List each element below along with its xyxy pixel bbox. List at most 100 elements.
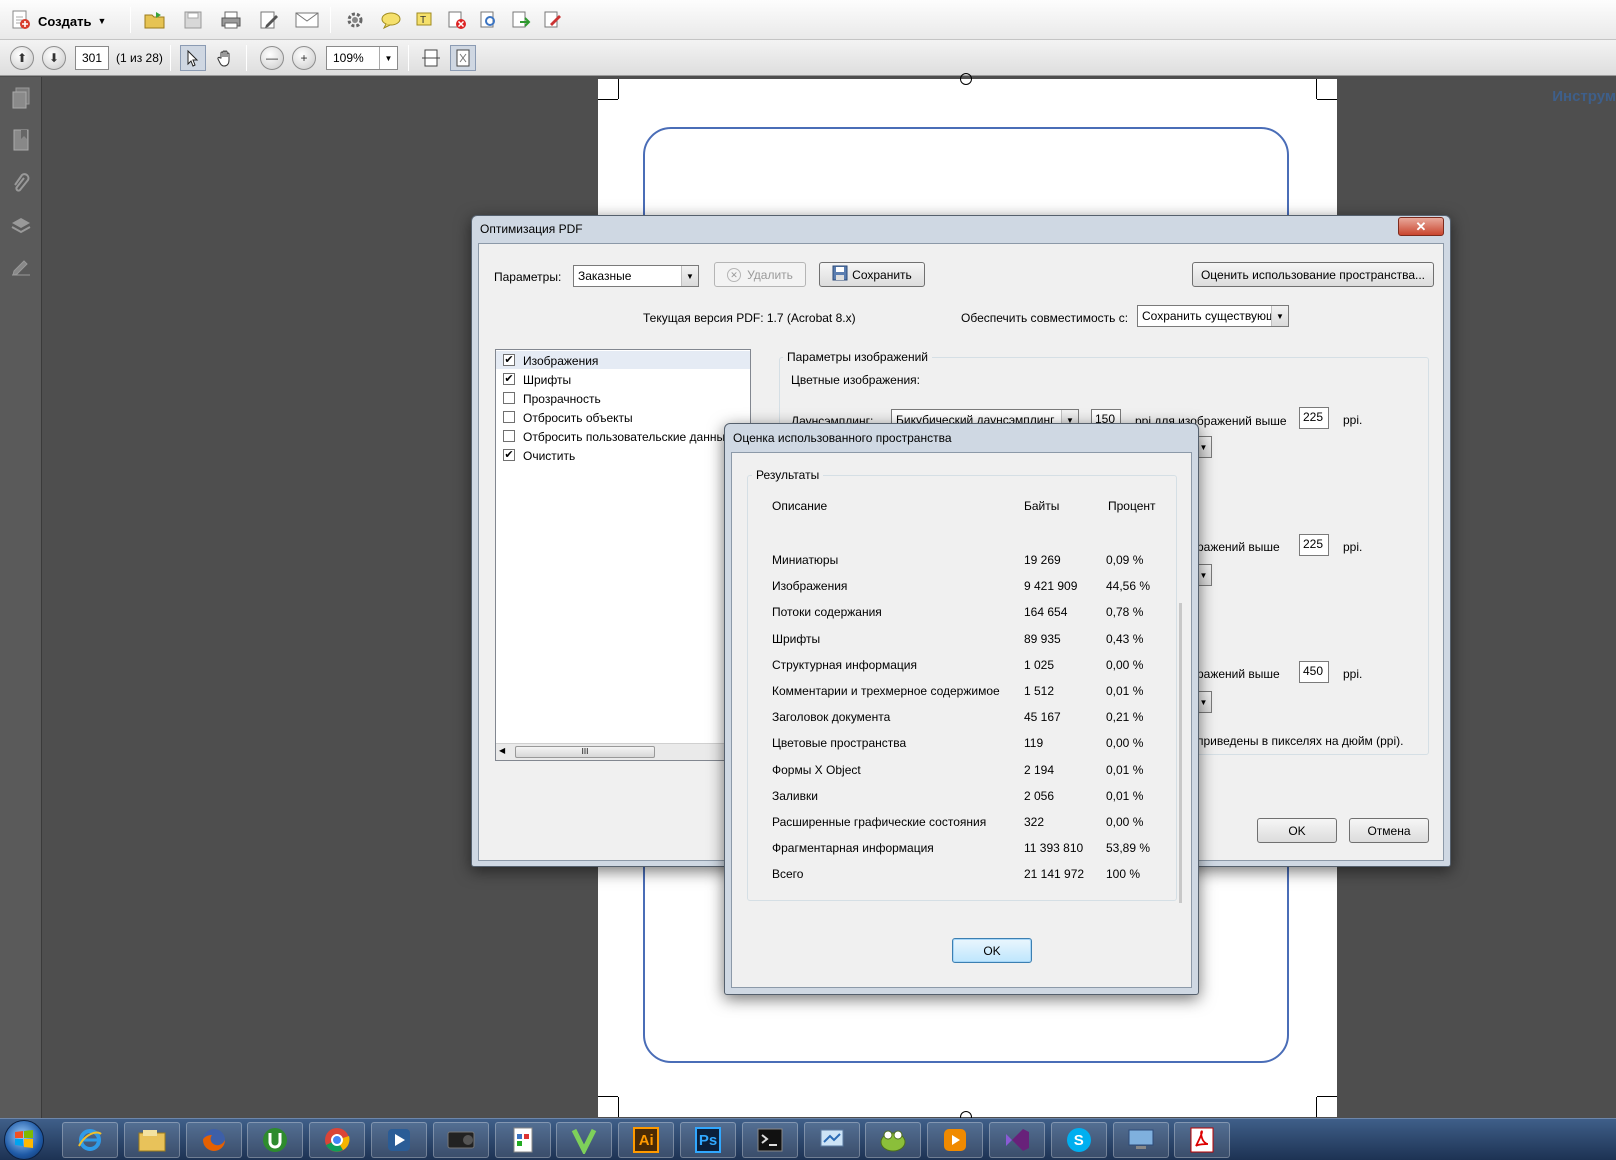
list-item[interactable]: Прозрачность [496, 390, 750, 408]
taskbar-internet-explorer[interactable] [62, 1122, 118, 1158]
gear-icon[interactable] [342, 7, 368, 33]
cell-description: Заливки [772, 788, 818, 803]
cell-percent: 0,00 % [1106, 736, 1144, 751]
taskbar-firefox[interactable] [185, 1122, 242, 1158]
create-button[interactable]: Создать ▼ [10, 8, 106, 34]
print-icon[interactable] [218, 7, 244, 33]
space-audit-dialog: Оценка использованного пространства Резу… [724, 423, 1199, 995]
column-header-bytes: Байты [1024, 499, 1060, 513]
taskbar-frog-app[interactable] [865, 1122, 922, 1158]
checkbox-images[interactable]: ✔ [503, 354, 515, 366]
checkbox-discard-objects[interactable] [503, 411, 515, 423]
taskbar-acrobat[interactable] [1174, 1122, 1231, 1158]
taskbar-skype[interactable]: S [1050, 1122, 1107, 1158]
zoom-in-icon[interactable]: + [292, 46, 316, 70]
crop-mark [1316, 79, 1317, 99]
cell-bytes: 1 512 [1024, 684, 1055, 698]
taskbar-gopro[interactable] [432, 1122, 489, 1158]
taskbar-remote-desktop[interactable] [1112, 1122, 1169, 1158]
bookmarks-icon[interactable] [8, 127, 34, 153]
above-ppi-input[interactable]: 225 [1299, 534, 1329, 556]
layers-icon[interactable] [8, 213, 34, 239]
open-folder-icon[interactable] [142, 7, 168, 33]
arrow-down-icon[interactable]: ⬇ [42, 46, 66, 70]
list-item[interactable]: Отбросить объекты [496, 409, 750, 427]
checkbox-transparency[interactable] [503, 392, 515, 404]
cancel-button[interactable]: Отмена [1349, 818, 1429, 843]
taskbar-chrome[interactable] [309, 1122, 366, 1158]
above-ppi-input[interactable]: 450 [1299, 661, 1329, 683]
frog-app-icon [878, 1126, 908, 1154]
category-label: Очистить [523, 449, 576, 463]
cell-bytes: 89 935 [1024, 631, 1061, 646]
cell-bytes: 11 393 810 [1024, 841, 1084, 856]
extract-pages-icon[interactable] [508, 7, 534, 33]
save-icon[interactable] [180, 7, 206, 33]
taskbar-photoshop[interactable]: Ps [680, 1122, 736, 1158]
save-button[interactable]: Сохранить [819, 262, 925, 287]
audit-space-button[interactable]: Оценить использование пространства... [1192, 262, 1434, 287]
save-button-label: Сохранить [852, 267, 912, 282]
arrow-up-icon[interactable]: ⬆ [10, 46, 34, 70]
highlight-text-icon[interactable]: T [412, 7, 438, 33]
signatures-icon[interactable] [8, 255, 34, 281]
above-ppi-input[interactable]: 225 [1299, 407, 1329, 429]
taskbar-media-player[interactable] [371, 1122, 427, 1158]
search-pages-icon[interactable] [476, 7, 502, 33]
checkbox-clean-up[interactable]: ✔ [503, 449, 515, 461]
taskbar-terminal[interactable] [741, 1122, 798, 1158]
taskbar: Ai Ps S [0, 1118, 1616, 1160]
delete-button[interactable]: ✕ Удалить [714, 262, 806, 287]
edit-document-icon[interactable] [256, 7, 282, 33]
comment-icon[interactable] [378, 7, 404, 33]
windows-logo-icon [13, 1128, 35, 1153]
select-cursor-icon[interactable] [180, 45, 206, 71]
taskbar-file-explorer[interactable] [123, 1122, 180, 1158]
sign-document-icon[interactable] [540, 7, 566, 33]
taskbar-network[interactable] [803, 1122, 860, 1158]
list-item[interactable]: ✔ Изображения [496, 352, 750, 370]
horizontal-scrollbar[interactable]: ◀ III [496, 743, 750, 760]
chevron-down-icon: ▼ [97, 16, 107, 26]
registration-mark [960, 73, 972, 85]
fit-width-icon[interactable] [418, 45, 444, 71]
page-thumbnails-icon[interactable] [8, 85, 34, 111]
taskbar-illustrator[interactable]: Ai [618, 1122, 675, 1158]
ok-button[interactable]: OK [1257, 818, 1337, 843]
taskbar-visual-studio[interactable] [989, 1122, 1045, 1158]
toolbar-separator [330, 7, 331, 33]
checkbox-discard-user-data[interactable] [503, 430, 515, 442]
terminal-icon [756, 1127, 784, 1153]
list-item[interactable]: ✔ Очистить [496, 447, 750, 465]
column-header-percent: Процент [1108, 499, 1156, 513]
taskbar-vegas[interactable] [556, 1122, 613, 1158]
category-label: Отбросить объекты [523, 411, 633, 425]
close-button[interactable]: ✕ [1398, 217, 1444, 236]
ok-button[interactable]: OK [952, 938, 1032, 963]
hand-tool-icon[interactable] [212, 45, 238, 71]
email-icon[interactable] [294, 7, 320, 33]
zoom-out-icon[interactable]: — [260, 46, 284, 70]
list-item[interactable]: ✔ Шрифты [496, 371, 750, 389]
above-ppi-label: ражений выше [1197, 667, 1280, 681]
fit-page-icon[interactable] [450, 45, 476, 71]
tools-pane-link[interactable]: Инструм [1552, 88, 1616, 105]
checkbox-fonts[interactable]: ✔ [503, 373, 515, 385]
crop-mark [598, 1096, 618, 1097]
list-item[interactable]: Отбросить пользовательские данные [496, 428, 750, 446]
cell-description: Структурная информация [772, 657, 917, 672]
page-number-input[interactable]: 301 [75, 46, 109, 70]
cell-bytes: 19 269 [1024, 553, 1061, 567]
compat-select[interactable]: Сохранить существующую ▼ [1137, 305, 1289, 327]
zoom-select[interactable]: 109% ▼ [326, 46, 398, 70]
delete-pages-icon[interactable] [444, 7, 470, 33]
taskbar-utorrent[interactable] [247, 1122, 304, 1158]
scroll-thumb[interactable]: III [515, 746, 655, 758]
params-select[interactable]: Заказные ▼ [573, 265, 699, 287]
start-button[interactable] [4, 1120, 44, 1160]
cell-description: Цветовые пространства [772, 736, 907, 751]
scroll-left-icon[interactable]: ◀ [499, 746, 505, 755]
taskbar-vlc[interactable] [927, 1122, 984, 1158]
taskbar-document[interactable] [494, 1122, 551, 1158]
attachments-icon[interactable] [8, 171, 34, 197]
